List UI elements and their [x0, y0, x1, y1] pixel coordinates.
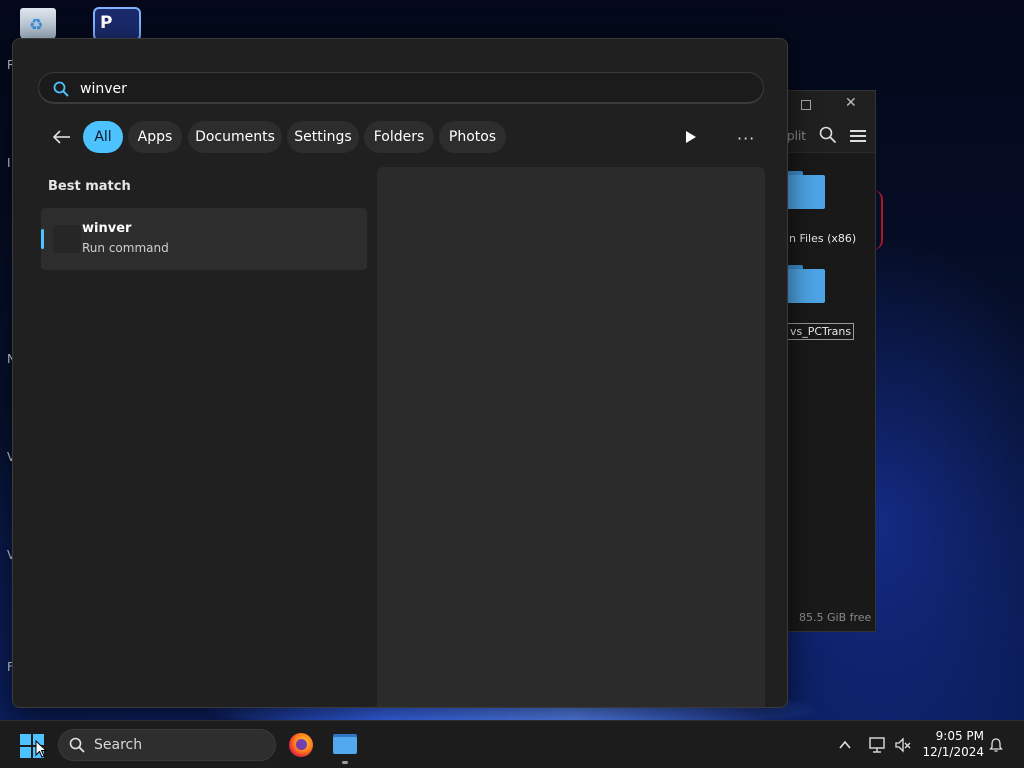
preview-pane [377, 167, 765, 707]
system-clock[interactable]: 9:05 PM 12/1/2024 [920, 729, 984, 759]
desktop-icon-label: I [7, 156, 11, 170]
run-command-icon [53, 225, 81, 253]
drive-free-space: 85.5 GiB free [799, 611, 872, 624]
best-match-heading: Best match [48, 179, 131, 194]
filter-tab-settings[interactable]: Settings [287, 121, 359, 153]
split-button[interactable]: plit [787, 129, 806, 143]
search-input[interactable] [80, 78, 740, 100]
more-options-button[interactable]: ··· [737, 129, 755, 148]
recycle-bin-icon[interactable]: ♻ [20, 8, 56, 40]
folder-icon[interactable] [787, 265, 825, 303]
chevron-up-icon[interactable] [838, 738, 852, 752]
filter-tab-apps[interactable]: Apps [128, 121, 182, 153]
folder-label[interactable]: n Files (x86) [789, 232, 856, 245]
filter-tab-all[interactable]: All [83, 121, 123, 153]
filter-tab-photos[interactable]: Photos [439, 121, 506, 153]
clock-date: 12/1/2024 [922, 745, 984, 759]
clock-time: 9:05 PM [935, 729, 984, 743]
file-explorer-taskbar-icon[interactable] [333, 734, 357, 754]
filter-tab-documents[interactable]: Documents [188, 121, 282, 153]
notification-bell-icon[interactable] [988, 737, 1004, 753]
result-title: winver [82, 221, 132, 236]
selection-indicator [41, 229, 44, 249]
volume-muted-icon[interactable] [894, 736, 912, 754]
search-icon[interactable] [819, 126, 837, 144]
taskbar-search-label: Search [94, 737, 143, 753]
running-indicator [342, 761, 348, 764]
back-arrow-icon[interactable] [49, 125, 73, 149]
search-box[interactable] [38, 72, 764, 104]
close-icon[interactable]: ✕ [845, 95, 857, 111]
search-icon [69, 737, 85, 753]
result-subtitle: Run command [82, 241, 169, 255]
network-icon[interactable] [868, 736, 886, 754]
filter-tab-folders[interactable]: Folders [364, 121, 434, 153]
easeus-app-icon[interactable]: P [93, 7, 141, 41]
taskbar: Search 9:05 PM 12/1/2024 [0, 720, 1024, 768]
mouse-cursor-icon [35, 740, 47, 758]
search-icon [53, 81, 69, 97]
search-flyout: All Apps Documents Settings Folders Phot… [12, 38, 788, 708]
folder-label-selected[interactable]: vs_PCTrans [787, 323, 855, 340]
firefox-icon[interactable] [289, 733, 313, 757]
hamburger-menu-icon[interactable] [850, 130, 866, 142]
best-match-result[interactable]: winver Run command [41, 208, 367, 270]
maximize-icon[interactable] [801, 100, 811, 110]
play-more-filters-icon[interactable] [683, 129, 699, 145]
folder-icon[interactable] [787, 171, 825, 209]
taskbar-search-box[interactable]: Search [58, 729, 276, 761]
